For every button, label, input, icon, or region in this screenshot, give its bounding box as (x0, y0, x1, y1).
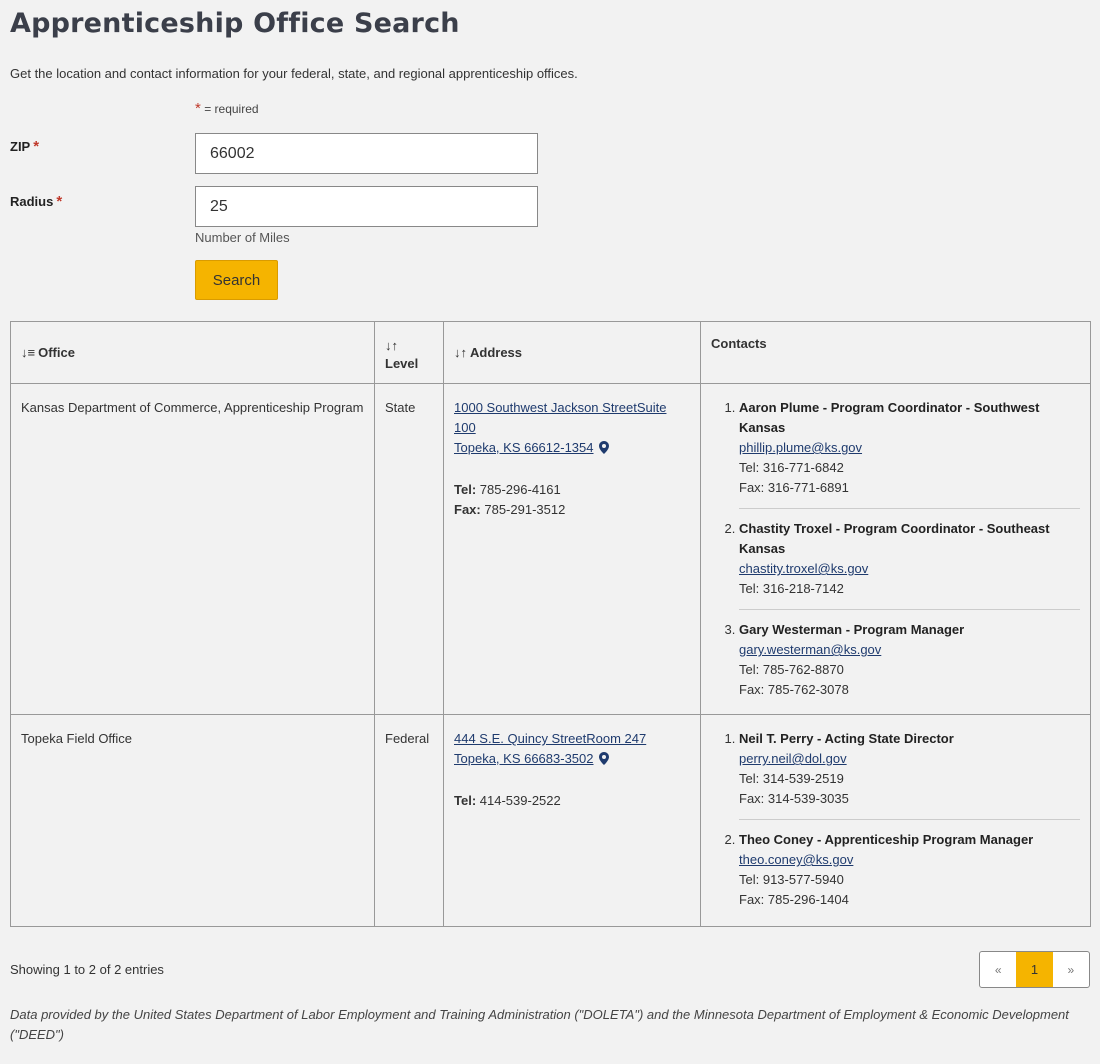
contacts-cell: Aaron Plume - Program Coordinator - Sout… (700, 383, 1091, 715)
radius-input[interactable] (195, 186, 538, 227)
data-attribution: Data provided by the United States Depar… (10, 1007, 1069, 1042)
address-line-1: 444 S.E. Quincy StreetRoom 247 (454, 731, 647, 746)
office-column-header[interactable]: ↓≡ Office (10, 321, 375, 384)
page-title: Apprenticeship Office Search (10, 8, 460, 39)
radius-label-text: Radius (10, 194, 54, 209)
contacts-cell: Neil T. Perry - Acting State Director pe… (700, 714, 1091, 927)
pagination: « 1 » (979, 951, 1090, 988)
tel-label: Tel: (454, 793, 477, 808)
contact-name: Theo Coney - Apprenticeship Program Mana… (739, 832, 1034, 847)
page: Apprenticeship Office Search Get the loc… (0, 0, 1100, 1064)
zip-input[interactable] (195, 133, 538, 174)
required-star: * (33, 138, 40, 155)
contact-phone: Tel: 314-539-2519 (739, 771, 844, 786)
level-cell: State (374, 383, 444, 715)
page-intro: Get the location and contact information… (10, 66, 578, 81)
address-header-label: Address (470, 345, 523, 360)
office-header-label: Office (38, 345, 75, 360)
map-pin-icon[interactable] (599, 751, 610, 771)
table-row: Topeka Field Office Federal 444 S.E. Qui… (10, 714, 1091, 927)
contact-fax: Fax: 316-771-6891 (739, 480, 849, 495)
contact-fax: Fax: 785-762-3078 (739, 682, 849, 697)
zip-label-text: ZIP (10, 139, 31, 154)
address-link[interactable]: 444 S.E. Quincy StreetRoom 247 Topeka, KS… (454, 731, 646, 766)
sort-icon: ↓↑ (454, 345, 467, 360)
contact-list: Neil T. Perry - Acting State Director pe… (711, 729, 1080, 910)
map-pin-icon[interactable] (599, 440, 610, 460)
contacts-header-label: Contacts (711, 336, 767, 351)
contact-item: Gary Westerman - Program Manager gary.we… (739, 620, 1080, 700)
contact-name: Chastity Troxel - Program Coordinator - … (739, 521, 1050, 556)
next-page-button[interactable]: » (1053, 952, 1089, 987)
contact-item: Aaron Plume - Program Coordinator - Sout… (739, 398, 1080, 509)
radius-hint: Number of Miles (195, 230, 290, 245)
office-phone: 414-539-2522 (479, 793, 561, 808)
contact-name: Aaron Plume - Program Coordinator - Sout… (739, 400, 1040, 435)
address-cell: 1000 Southwest Jackson StreetSuite 100 To… (443, 383, 701, 715)
contact-item: Neil T. Perry - Acting State Director pe… (739, 729, 1080, 820)
sort-icon: ↓≡ (21, 345, 36, 360)
contact-email-link[interactable]: perry.neil@dol.gov (739, 751, 847, 766)
contact-email-link[interactable]: chastity.troxel@ks.gov (739, 561, 868, 576)
contact-item: Theo Coney - Apprenticeship Program Mana… (739, 830, 1080, 910)
contact-phone: Tel: 316-218-7142 (739, 581, 844, 596)
table-row: Kansas Department of Commerce, Apprentic… (10, 383, 1091, 715)
contact-fax: Fax: 785-296-1404 (739, 892, 849, 907)
contact-list: Aaron Plume - Program Coordinator - Sout… (711, 398, 1080, 700)
required-star: * (56, 193, 63, 210)
address-link[interactable]: 1000 Southwest Jackson StreetSuite 100 To… (454, 400, 666, 455)
contact-name: Gary Westerman - Program Manager (739, 622, 965, 637)
contact-phone: Tel: 316-771-6842 (739, 460, 844, 475)
required-star: * (195, 100, 201, 117)
level-column-header[interactable]: ↓↑ Level (374, 321, 444, 384)
fax-label: Fax: (454, 502, 481, 517)
required-note: * = required (195, 100, 259, 117)
contact-fax: Fax: 314-539-3035 (739, 791, 849, 806)
contact-email-link[interactable]: phillip.plume@ks.gov (739, 440, 862, 455)
sort-icon: ↓↑ (385, 337, 398, 353)
contact-phone: Tel: 785-762-8870 (739, 662, 844, 677)
level-cell: Federal (374, 714, 444, 927)
page-1-button[interactable]: 1 (1016, 952, 1053, 987)
level-header-label: Level (385, 355, 419, 371)
contact-phone: Tel: 913-577-5940 (739, 872, 844, 887)
address-line-1: 1000 Southwest Jackson StreetSuite 100 (454, 400, 667, 435)
office-fax: 785-291-3512 (484, 502, 566, 517)
address-cell: 444 S.E. Quincy StreetRoom 247 Topeka, KS… (443, 714, 701, 927)
zip-label: ZIP * (10, 138, 39, 155)
address-line-2: Topeka, KS 66683-3502 (454, 751, 594, 766)
prev-page-button[interactable]: « (980, 952, 1016, 987)
radius-label: Radius * (10, 193, 62, 210)
results-table: ↓≡ Office ↓↑ Level ↓↑ Address Contacts Kan… (10, 321, 1091, 927)
contact-item: Chastity Troxel - Program Coordinator - … (739, 519, 1080, 610)
address-line-2: Topeka, KS 66612-1354 (454, 440, 594, 455)
search-button[interactable]: Search (195, 260, 278, 300)
address-column-header[interactable]: ↓↑ Address (443, 321, 701, 384)
office-cell: Topeka Field Office (10, 714, 375, 927)
office-phone: 785-296-4161 (479, 482, 561, 497)
entries-status: Showing 1 to 2 of 2 entries (10, 962, 164, 977)
contacts-column-header: Contacts (700, 321, 1091, 384)
table-header-row: ↓≡ Office ↓↑ Level ↓↑ Address Contacts (10, 321, 1091, 384)
contact-email-link[interactable]: gary.westerman@ks.gov (739, 642, 881, 657)
required-note-text: = required (204, 102, 259, 116)
office-cell: Kansas Department of Commerce, Apprentic… (10, 383, 375, 715)
contact-email-link[interactable]: theo.coney@ks.gov (739, 852, 853, 867)
contact-name: Neil T. Perry - Acting State Director (739, 731, 954, 746)
tel-label: Tel: (454, 482, 477, 497)
